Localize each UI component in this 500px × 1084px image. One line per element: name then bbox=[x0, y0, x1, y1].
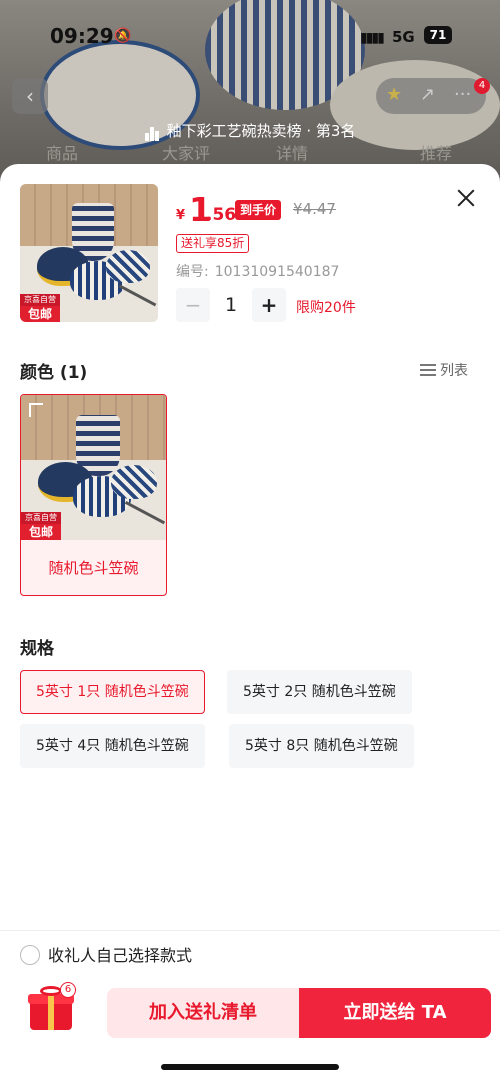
message-badge: 4 bbox=[474, 78, 490, 94]
network-type: 5G bbox=[392, 28, 415, 46]
battery-icon: 71 bbox=[424, 26, 452, 44]
rank-banner[interactable]: 釉下彩工艺碗热卖榜 · 第3名 bbox=[0, 120, 500, 141]
home-indicator[interactable] bbox=[161, 1064, 339, 1070]
gift-count-badge: 6 bbox=[60, 982, 76, 998]
original-price: ¥4.47 bbox=[293, 200, 336, 218]
color-section-title: 颜色 (1) bbox=[20, 363, 88, 383]
product-thumbnail[interactable]: 京喜自营 包邮 bbox=[20, 184, 158, 322]
rank-text: 釉下彩工艺碗热卖榜 · 第3名 bbox=[166, 122, 356, 140]
expand-image-icon[interactable] bbox=[29, 403, 43, 417]
tab-details: 详情 bbox=[276, 144, 309, 163]
footer-divider bbox=[0, 930, 500, 931]
status-time: 09:29 bbox=[50, 24, 114, 48]
send-gift-button[interactable]: 立即送给 TA bbox=[299, 988, 491, 1038]
spec-option-2[interactable]: 5英寸 2只 随机色斗笠碗 bbox=[227, 670, 412, 714]
sku-number: 编号: 10131091540187 bbox=[176, 264, 340, 280]
mute-bell-icon: 🔕 bbox=[114, 28, 132, 44]
status-bar: 09:29 🔕 ▮▮▮▮ 5G 71 bbox=[0, 22, 500, 52]
share-icon[interactable]: ↗ bbox=[420, 84, 435, 105]
color-option-card[interactable]: 京喜自营 包邮 随机色斗笠碗 bbox=[20, 394, 167, 596]
sku-selector-sheet: 京喜自营 包邮 ¥ 1 .56 到手价 ¥4.47 送礼享85折 编号: 1013… bbox=[0, 164, 500, 1084]
decrease-quantity-button[interactable]: − bbox=[176, 288, 210, 322]
tab-reviews: 大家评 bbox=[162, 144, 211, 163]
quantity-stepper: − 1 + 限购20件 bbox=[176, 288, 476, 322]
add-to-gift-list-button[interactable]: 加入送礼清单 bbox=[107, 988, 299, 1038]
close-icon[interactable] bbox=[454, 186, 478, 210]
color-option-image: 京喜自营 包邮 bbox=[21, 395, 166, 540]
currency-symbol: ¥ bbox=[176, 208, 186, 223]
tab-recommend: 推荐 bbox=[420, 144, 453, 163]
more-icon[interactable]: ··· bbox=[454, 84, 471, 105]
spec-section-title: 规格 bbox=[20, 639, 54, 659]
price-decimal: .56 bbox=[206, 205, 237, 225]
back-icon[interactable]: ‹ bbox=[12, 78, 48, 114]
spec-option-4[interactable]: 5英寸 8只 随机色斗笠碗 bbox=[229, 724, 414, 768]
free-shipping-badge: 京喜自营 包邮 bbox=[20, 294, 60, 322]
list-icon bbox=[420, 363, 436, 377]
color-option-label: 随机色斗笠碗 bbox=[48, 559, 139, 577]
quantity-value[interactable]: 1 bbox=[210, 288, 252, 322]
radio-unchecked[interactable] bbox=[20, 945, 40, 965]
recipient-choose-option[interactable]: 收礼人自己选择款式 bbox=[20, 942, 192, 966]
rank-chart-icon bbox=[145, 123, 161, 141]
increase-quantity-button[interactable]: + bbox=[252, 288, 286, 322]
gift-box-icon[interactable]: 6 bbox=[28, 982, 76, 1032]
price-row: ¥ 1 .56 到手价 ¥4.47 bbox=[176, 190, 456, 229]
spec-option-3[interactable]: 5英寸 4只 随机色斗笠碗 bbox=[20, 724, 205, 768]
final-price-tag: 到手价 bbox=[235, 200, 282, 220]
tab-goods: 商品 bbox=[46, 144, 79, 163]
favorite-icon[interactable]: ★ bbox=[386, 84, 402, 105]
gift-discount-tag: 送礼享85折 bbox=[176, 234, 250, 253]
signal-icon: ▮▮▮▮ bbox=[360, 30, 385, 46]
purchase-limit: 限购20件 bbox=[296, 300, 356, 316]
free-shipping-badge: 京喜自营 包邮 bbox=[21, 512, 61, 540]
spec-option-1[interactable]: 5英寸 1只 随机色斗笠碗 bbox=[20, 670, 205, 714]
list-view-toggle[interactable]: 列表 bbox=[420, 360, 468, 380]
top-actions: ★ ↗ ··· bbox=[376, 78, 486, 114]
